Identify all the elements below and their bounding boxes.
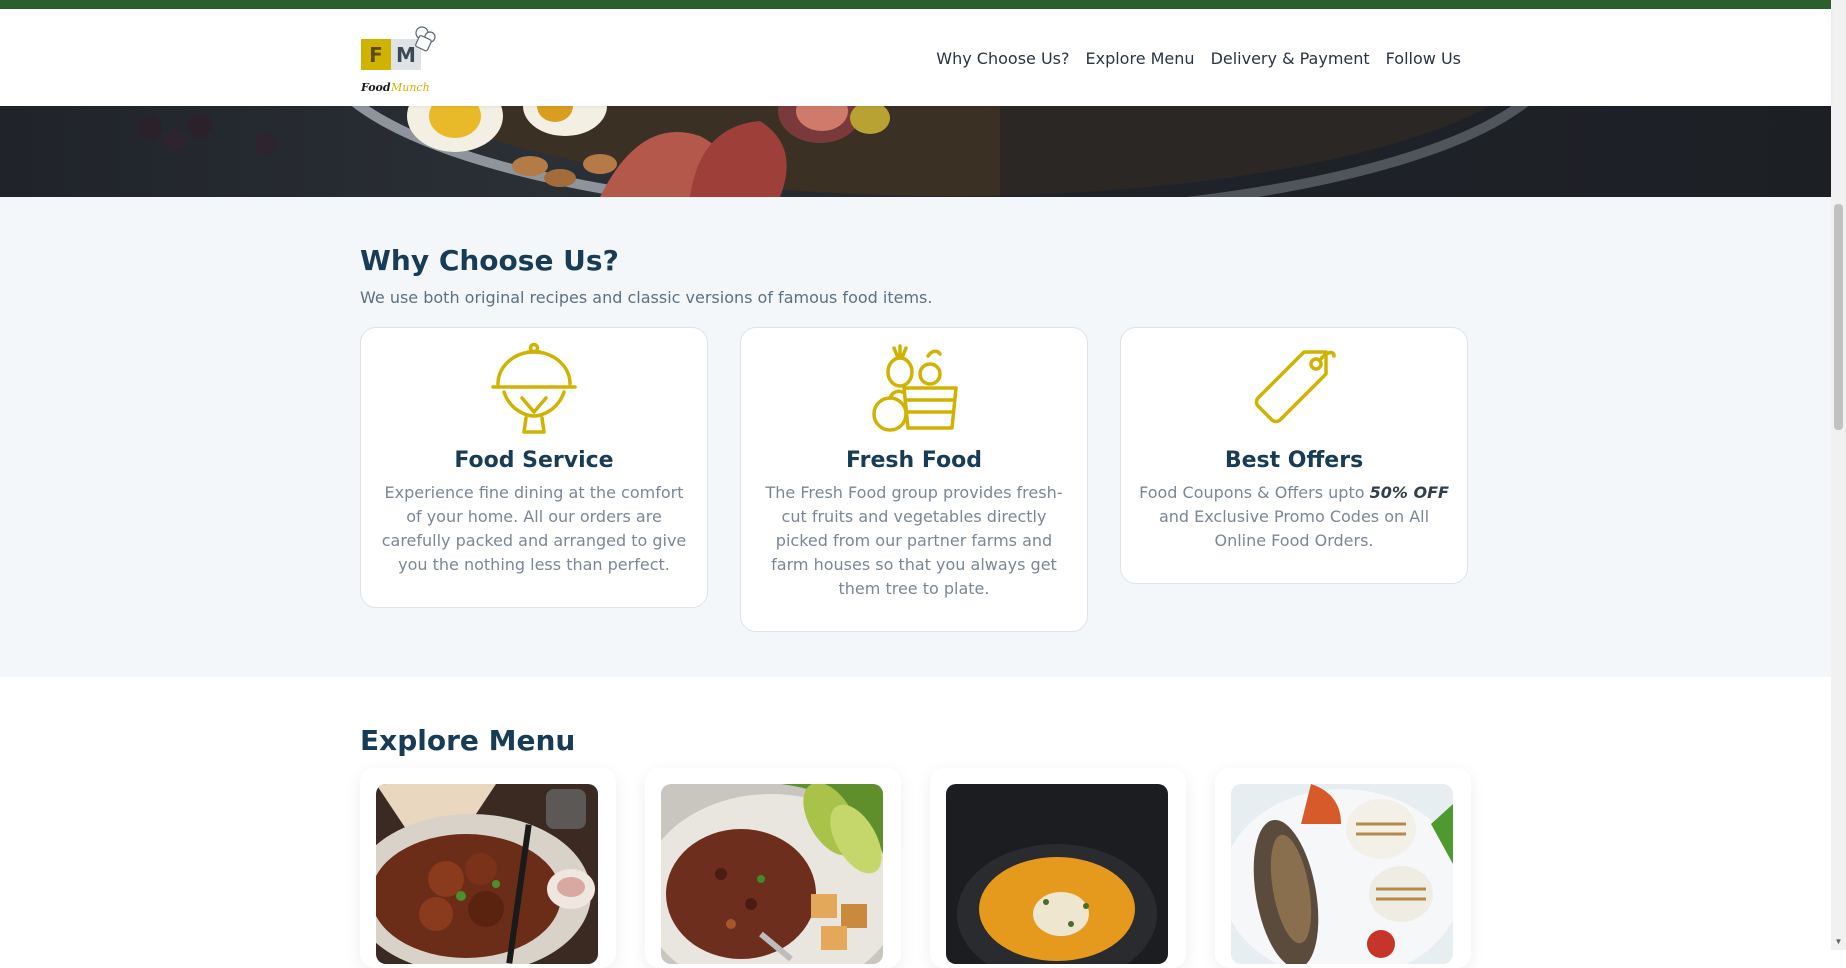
logo-text-munch: Munch (390, 81, 430, 94)
nav-link-why-choose-us[interactable]: Why Choose Us? (936, 49, 1069, 68)
grain-bowl-photo (661, 784, 883, 964)
vertical-scrollbar[interactable] (1831, 0, 1846, 950)
pumpkin-soup-photo (946, 784, 1168, 964)
explore-menu-section: Explore Menu (0, 677, 1831, 968)
card-fresh-food: Fresh Food The Fresh Food group provides… (740, 327, 1088, 632)
navbar: F M Food Munch Why Choose Us? Explore Me… (0, 9, 1831, 106)
grilled-platter-photo (1231, 784, 1453, 964)
card-description: Experience fine dining at the comfort of… (381, 483, 687, 574)
menu-card[interactable] (1215, 768, 1471, 968)
offer-text-before: Food Coupons & Offers upto (1139, 483, 1370, 502)
menu-card[interactable] (360, 768, 616, 968)
fruit-basket-icon (872, 344, 958, 432)
card-food-service: Food Service Experience fine dining at t… (360, 327, 708, 608)
card-title: Fresh Food (846, 448, 982, 473)
food-platter-photo (138, 106, 1831, 197)
foodmunch-logo[interactable]: F M Food Munch (360, 25, 440, 105)
top-accent-bar (0, 0, 1846, 9)
why-choose-us-subtitle: We use both original recipes and classic… (360, 288, 933, 307)
nav-link-delivery-payment[interactable]: Delivery & Payment (1211, 49, 1370, 68)
serving-cloche-icon (491, 342, 577, 434)
card-title: Food Service (454, 448, 614, 473)
nav-link-follow-us[interactable]: Follow Us (1386, 49, 1461, 68)
fried-chicken-photo (376, 784, 598, 964)
explore-menu-title: Explore Menu (360, 724, 576, 757)
scroll-down-arrow-icon[interactable]: ▼ (1834, 938, 1843, 946)
logo-letter-f: F (369, 43, 383, 67)
card-description: Food Coupons & Offers upto 50% OFF and E… (1121, 481, 1467, 553)
menu-card[interactable] (645, 768, 901, 968)
why-choose-us-section: Why Choose Us? We use both original reci… (0, 197, 1831, 677)
card-title: Best Offers (1224, 448, 1364, 473)
menu-card[interactable] (930, 768, 1186, 968)
hero-banner-image (0, 106, 1831, 197)
why-choose-us-title: Why Choose Us? (360, 244, 619, 277)
offer-highlight: 50% OFF (1369, 483, 1449, 502)
offer-text-after: and Exclusive Promo Codes on All Online … (1158, 507, 1430, 550)
logo-text-food: Food (360, 81, 391, 94)
nav-link-explore-menu[interactable]: Explore Menu (1086, 49, 1195, 68)
scrollbar-thumb[interactable] (1834, 204, 1843, 430)
chef-hat-icon (415, 26, 436, 52)
nav-links: Why Choose Us? Explore Menu Delivery & P… (936, 49, 1461, 68)
price-tag-icon (1254, 350, 1336, 424)
card-description: The Fresh Food group provides fresh-cut … (765, 483, 1063, 598)
logo-letter-m: M (396, 43, 416, 67)
card-best-offers: Best Offers Food Coupons & Offers upto 5… (1120, 327, 1468, 584)
